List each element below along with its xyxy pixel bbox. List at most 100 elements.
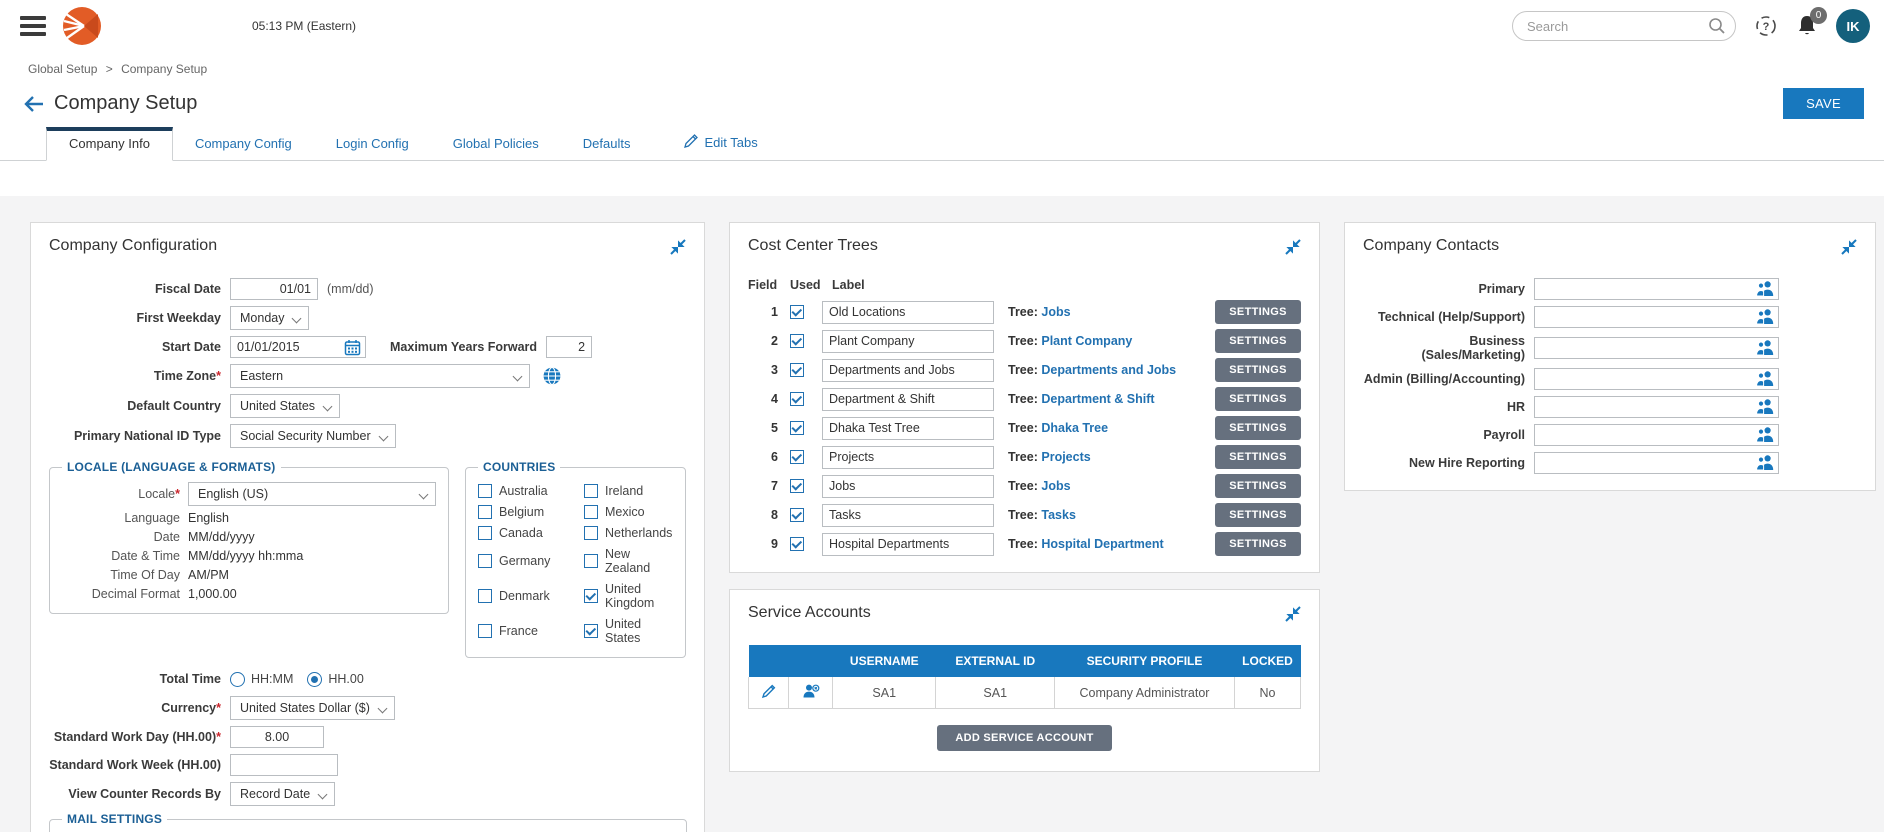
time-zone-select[interactable]: Eastern	[230, 364, 530, 388]
add-service-account-button[interactable]: ADD SERVICE ACCOUNT	[937, 725, 1111, 751]
globe-icon[interactable]	[542, 366, 562, 386]
breadcrumb-global-setup[interactable]: Global Setup	[28, 62, 97, 76]
country-checkbox[interactable]	[584, 505, 598, 519]
label-input[interactable]	[822, 533, 994, 556]
country-checkbox[interactable]	[478, 526, 492, 540]
select-user-icon[interactable]	[1755, 426, 1775, 448]
country-checkbox[interactable]	[478, 484, 492, 498]
country-checkbox[interactable]	[584, 554, 598, 568]
total-time-hhmm-radio[interactable]	[230, 672, 245, 687]
label-input[interactable]	[822, 388, 994, 411]
max-years-forward-input[interactable]	[546, 336, 592, 358]
label-input[interactable]	[822, 301, 994, 324]
locale-select[interactable]: English (US)	[188, 482, 436, 506]
currency-select[interactable]: United States Dollar ($)	[230, 696, 395, 720]
tree-name-link[interactable]: Department & Shift	[1041, 392, 1154, 406]
label-input[interactable]	[822, 417, 994, 440]
country-checkbox[interactable]	[478, 505, 492, 519]
used-checkbox[interactable]	[790, 479, 804, 493]
fiscal-date-input[interactable]	[230, 278, 318, 300]
collapse-panel-icon[interactable]	[1285, 606, 1301, 627]
calendar-icon[interactable]	[344, 339, 361, 361]
primary-national-id-select[interactable]: Social Security Number	[230, 424, 396, 448]
company-logo[interactable]	[62, 6, 102, 46]
label-input[interactable]	[822, 446, 994, 469]
tree-name-link[interactable]: Tasks	[1041, 508, 1076, 522]
label-input[interactable]	[822, 359, 994, 382]
back-arrow-icon[interactable]	[24, 95, 44, 113]
settings-button[interactable]: SETTINGS	[1215, 532, 1301, 556]
used-checkbox[interactable]	[790, 421, 804, 435]
tree-name-link[interactable]: Departments and Jobs	[1041, 363, 1176, 377]
label-input[interactable]	[822, 504, 994, 527]
settings-button[interactable]: SETTINGS	[1215, 445, 1301, 469]
used-checkbox[interactable]	[790, 305, 804, 319]
tab-defaults[interactable]: Defaults	[561, 128, 653, 160]
used-checkbox[interactable]	[790, 537, 804, 551]
select-user-icon[interactable]	[1755, 339, 1775, 361]
country-checkbox[interactable]	[478, 554, 492, 568]
breadcrumb-company-setup[interactable]: Company Setup	[121, 62, 207, 76]
help-icon[interactable]: ?	[1754, 14, 1778, 38]
total-time-hh00-radio[interactable]	[307, 672, 322, 687]
settings-button[interactable]: SETTINGS	[1215, 416, 1301, 440]
select-user-icon[interactable]	[1755, 280, 1775, 302]
settings-button[interactable]: SETTINGS	[1215, 358, 1301, 382]
settings-button[interactable]: SETTINGS	[1215, 474, 1301, 498]
payroll-contact-input[interactable]	[1534, 424, 1779, 446]
country-checkbox[interactable]	[584, 526, 598, 540]
tree-name-link[interactable]: Projects	[1041, 450, 1090, 464]
country-checkbox[interactable]	[478, 589, 492, 603]
country-checkbox[interactable]	[584, 589, 598, 603]
business-contact-input[interactable]	[1534, 337, 1779, 359]
country-checkbox[interactable]	[584, 484, 598, 498]
new-hire-reporting-input[interactable]	[1534, 452, 1779, 474]
tab-login-config[interactable]: Login Config	[314, 128, 431, 160]
view-counter-records-by-select[interactable]: Record Date	[230, 782, 335, 806]
standard-work-day-input[interactable]	[230, 726, 324, 748]
default-country-select[interactable]: United States	[230, 394, 340, 418]
search-input[interactable]	[1512, 11, 1736, 41]
first-weekday-select[interactable]: Monday	[230, 306, 309, 330]
tab-company-info[interactable]: Company Info	[46, 127, 173, 161]
settings-button[interactable]: SETTINGS	[1215, 329, 1301, 353]
used-checkbox[interactable]	[790, 363, 804, 377]
tree-name-link[interactable]: Dhaka Tree	[1041, 421, 1108, 435]
tree-name-link[interactable]: Jobs	[1041, 305, 1070, 319]
hamburger-menu-icon[interactable]	[20, 16, 46, 36]
standard-work-week-input[interactable]	[230, 754, 338, 776]
tree-name-link[interactable]: Plant Company	[1041, 334, 1132, 348]
used-checkbox[interactable]	[790, 508, 804, 522]
country-checkbox[interactable]	[478, 624, 492, 638]
collapse-panel-icon[interactable]	[1841, 239, 1857, 260]
admin-contact-input[interactable]	[1534, 368, 1779, 390]
select-user-icon[interactable]	[1755, 454, 1775, 476]
select-user-icon[interactable]	[1755, 370, 1775, 392]
tab-global-policies[interactable]: Global Policies	[431, 128, 561, 160]
tree-name-link[interactable]: Hospital Department	[1041, 537, 1163, 551]
search-icon[interactable]	[1708, 17, 1726, 40]
user-avatar[interactable]: IK	[1836, 9, 1870, 43]
label-input[interactable]	[822, 330, 994, 353]
select-user-icon[interactable]	[1755, 398, 1775, 420]
save-button[interactable]: SAVE	[1783, 88, 1864, 119]
settings-button[interactable]: SETTINGS	[1215, 503, 1301, 527]
used-checkbox[interactable]	[790, 334, 804, 348]
notifications-bell-icon[interactable]: 0	[1796, 14, 1818, 38]
hr-contact-input[interactable]	[1534, 396, 1779, 418]
primary-contact-input[interactable]	[1534, 278, 1779, 300]
technical-contact-input[interactable]	[1534, 306, 1779, 328]
edit-tabs-button[interactable]: Edit Tabs	[684, 134, 757, 160]
deactivate-user-icon[interactable]	[789, 677, 833, 709]
country-checkbox[interactable]	[584, 624, 598, 638]
settings-button[interactable]: SETTINGS	[1215, 300, 1301, 324]
used-checkbox[interactable]	[790, 450, 804, 464]
label-input[interactable]	[822, 475, 994, 498]
edit-account-icon[interactable]	[749, 677, 789, 709]
collapse-panel-icon[interactable]	[1285, 239, 1301, 260]
tree-name-link[interactable]: Jobs	[1041, 479, 1070, 493]
settings-button[interactable]: SETTINGS	[1215, 387, 1301, 411]
tab-company-config[interactable]: Company Config	[173, 128, 314, 160]
collapse-panel-icon[interactable]	[670, 239, 686, 260]
select-user-icon[interactable]	[1755, 308, 1775, 330]
